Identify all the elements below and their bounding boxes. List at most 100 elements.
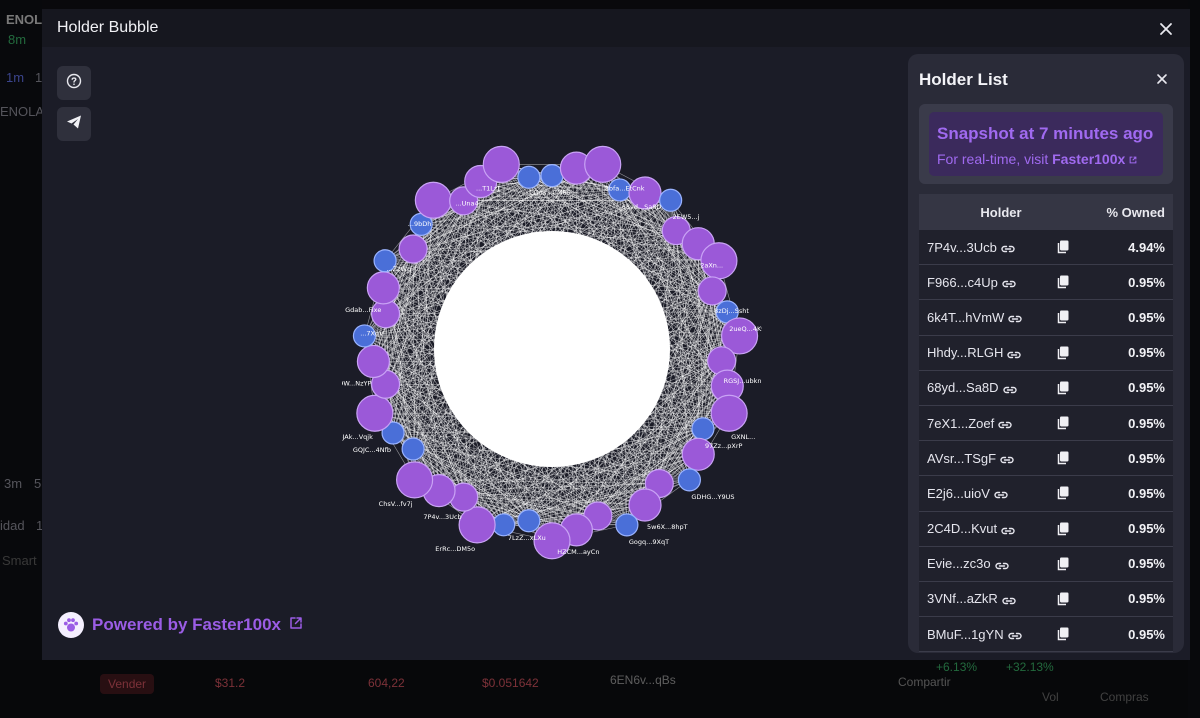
holder-address-text[interactable]: 2C4D...Kvut <box>927 521 997 536</box>
owned-percent: 0.95% <box>1128 345 1165 361</box>
holder-address-text[interactable]: 6k4T...hVmW <box>927 310 1004 325</box>
holder-bubble[interactable] <box>584 145 622 183</box>
link-icon[interactable] <box>1001 524 1015 534</box>
copy-icon[interactable] <box>1023 381 1103 395</box>
holder-address-text[interactable]: 7eX1...Zoef <box>927 416 994 431</box>
holder-address-text[interactable]: AVsr...TSgF <box>927 451 996 466</box>
holder-bubble-label: 7P4v...3Ucb <box>423 513 461 521</box>
link-icon[interactable] <box>1002 594 1016 605</box>
link-icon[interactable] <box>994 559 1009 569</box>
holder-bubble-label: Gogq...9XqT <box>629 538 669 546</box>
copy-icon[interactable] <box>1023 416 1103 430</box>
holder-address-text[interactable]: BMuF...1gYN <box>927 627 1004 642</box>
holder-bubble-label: ...Una4 <box>455 200 478 208</box>
holder-bubble[interactable] <box>710 394 748 432</box>
table-row[interactable]: 7P4v...3Ucb 4.94% <box>919 230 1173 266</box>
copy-icon[interactable] <box>1023 486 1103 500</box>
link-icon[interactable] <box>998 418 1012 429</box>
table-row[interactable]: E2j6...uioV 0.95% <box>919 476 1173 512</box>
table-row[interactable]: 6k4T...hVmW 0.95% <box>919 300 1173 336</box>
table-row[interactable]: 3VNf...aZkR 0.95% <box>919 581 1173 618</box>
table-row[interactable]: 7eX1...Zoef 0.95% <box>919 405 1173 442</box>
holder-bubble-label: 2aXn... <box>700 262 723 270</box>
copy-icon[interactable] <box>1023 592 1103 606</box>
holder-bubble[interactable] <box>697 276 727 306</box>
table-row[interactable]: 68yd...Sa8D 0.95% <box>919 370 1173 406</box>
column-holder[interactable]: Holder <box>919 205 1083 220</box>
holder-address: E2j6...uioV <box>919 486 1023 501</box>
table-row[interactable]: Hhdy...RLGH 0.95% <box>919 335 1173 371</box>
holder-address-text[interactable]: E2j6...uioV <box>927 486 990 501</box>
holder-bubble[interactable] <box>356 394 394 432</box>
holder-bubble[interactable] <box>517 165 541 189</box>
link-icon[interactable] <box>1007 629 1022 640</box>
table-row[interactable]: F966...c4Up 0.95% <box>919 265 1173 301</box>
copy-icon[interactable] <box>1023 346 1103 360</box>
holder-bubble[interactable] <box>482 145 520 183</box>
holder-address: 68yd...Sa8D <box>919 380 1023 395</box>
holder-bubble[interactable] <box>540 163 564 188</box>
external-link-icon <box>1129 151 1137 167</box>
holder-bubble-label: 2EW5...j <box>673 213 700 221</box>
holder-address-text[interactable]: Hhdy...RLGH <box>927 345 1003 360</box>
help-button[interactable] <box>57 66 91 100</box>
copy-icon[interactable] <box>1023 275 1103 289</box>
holder-bubble[interactable] <box>366 271 400 305</box>
copy-icon[interactable] <box>1023 451 1103 465</box>
holder-bubble-label: 8p9W...NzYP <box>342 379 371 387</box>
holder-bubble[interactable] <box>517 509 541 533</box>
link-icon[interactable] <box>1008 312 1022 323</box>
powered-by-text: Powered by Faster100x <box>92 615 281 635</box>
holder-bubble-label: 8bfa...EtCnk <box>605 184 645 192</box>
holder-bubble-graph[interactable]: CQds...CME9 8bfa...EtCnk 68yd...Sa8D 2EW5..… <box>342 119 762 569</box>
table-row[interactable]: 2C4D...Kvut 0.95% <box>919 511 1173 547</box>
link-icon[interactable] <box>1002 383 1017 394</box>
holder-address: AVsr...TSgF <box>919 451 1023 466</box>
holder-bubble[interactable] <box>401 437 425 461</box>
holder-bubble[interactable] <box>659 188 683 212</box>
holder-bubble-label: HZCM...ayCn <box>557 548 599 556</box>
owned-percent: 0.95% <box>1128 591 1165 607</box>
holder-bubble[interactable] <box>677 468 701 492</box>
copy-icon[interactable] <box>1023 240 1103 254</box>
column-owned[interactable]: % Owned <box>1083 205 1173 220</box>
holder-bubble[interactable] <box>615 513 639 537</box>
holder-address-text[interactable]: Evie...zc3o <box>927 556 991 571</box>
table-row[interactable]: AVsr...TSgF 0.95% <box>919 441 1173 477</box>
holder-bubble[interactable] <box>356 344 391 379</box>
holder-bubble-label: 97Zz...pXrP <box>705 442 743 450</box>
question-circle-icon <box>66 73 82 94</box>
holder-bubble[interactable] <box>414 181 452 219</box>
holder-bubble[interactable] <box>396 461 434 499</box>
holder-bubble-label: 4JAk...Vqjk <box>342 433 373 441</box>
copy-icon[interactable] <box>1023 522 1103 536</box>
holder-bubble-label: ...ZzWg <box>386 265 411 273</box>
owned-percent: 0.95% <box>1128 274 1165 290</box>
telegram-share-button[interactable] <box>57 107 91 141</box>
link-icon[interactable] <box>994 488 1008 499</box>
copy-icon[interactable] <box>1023 310 1103 324</box>
holder-bubble[interactable] <box>691 417 715 441</box>
table-row[interactable]: BMuF...1gYN 0.95% <box>919 617 1173 653</box>
holder-bubble[interactable] <box>458 506 496 544</box>
copy-icon[interactable] <box>1023 557 1103 571</box>
copy-icon[interactable] <box>1023 627 1103 641</box>
holder-address-text[interactable]: 7P4v...3Ucb <box>927 240 997 255</box>
owned-percent: 4.94% <box>1128 239 1165 255</box>
holder-bubble-label: 5w6X...8hpT <box>647 523 688 531</box>
holder-address-text[interactable]: 3VNf...aZkR <box>927 591 998 606</box>
close-icon[interactable] <box>1156 19 1176 39</box>
powered-by-link[interactable]: Powered by Faster100x <box>58 612 303 638</box>
owned-percent: 0.95% <box>1128 485 1165 501</box>
link-icon[interactable] <box>1007 348 1022 358</box>
link-icon[interactable] <box>1001 242 1015 253</box>
holder-bubble[interactable] <box>492 513 516 537</box>
link-icon[interactable] <box>1000 453 1014 464</box>
snapshot-link[interactable]: Faster100x <box>1052 151 1125 167</box>
holder-address-text[interactable]: F966...c4Up <box>927 275 998 290</box>
panel-close-icon[interactable] <box>1154 71 1170 87</box>
link-icon[interactable] <box>1002 277 1016 288</box>
table-row[interactable]: Evie...zc3o 0.95% <box>919 546 1173 582</box>
holder-address-text[interactable]: 68yd...Sa8D <box>927 380 999 395</box>
holder-bubble[interactable] <box>398 234 428 264</box>
